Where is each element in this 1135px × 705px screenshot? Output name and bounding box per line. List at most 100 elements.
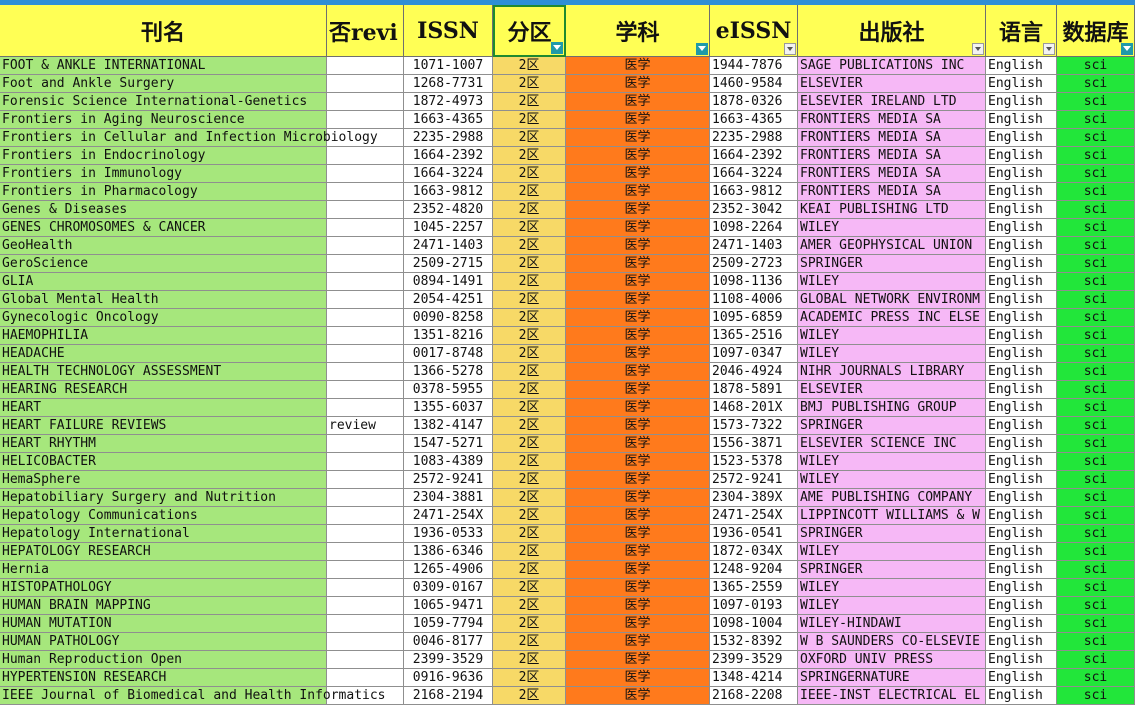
cell-publisher[interactable]: BMJ PUBLISHING GROUP <box>798 399 986 417</box>
cell-issn[interactable]: 1351-8216 <box>404 327 493 345</box>
cell-subject[interactable]: 医学 <box>566 327 710 345</box>
cell-eissn[interactable]: 1097-0347 <box>710 345 798 363</box>
cell-subject[interactable]: 医学 <box>566 453 710 471</box>
cell-issn[interactable]: 1355-6037 <box>404 399 493 417</box>
cell-publisher[interactable]: W B SAUNDERS CO-ELSEVIE <box>798 633 986 651</box>
header-publisher[interactable]: 出版社 <box>798 5 986 57</box>
cell-review[interactable] <box>327 651 404 669</box>
cell-publisher[interactable]: KEAI PUBLISHING LTD <box>798 201 986 219</box>
cell-language[interactable]: English <box>986 345 1057 363</box>
cell-eissn[interactable]: 1664-2392 <box>710 147 798 165</box>
cell-issn[interactable]: 1382-4147 <box>404 417 493 435</box>
cell-language[interactable]: English <box>986 147 1057 165</box>
dropdown-arrow-icon[interactable] <box>972 43 984 55</box>
cell-publisher[interactable]: SPRINGER <box>798 525 986 543</box>
cell-zone[interactable]: 2区 <box>493 147 566 165</box>
cell-publisher[interactable]: ELSEVIER IRELAND LTD <box>798 93 986 111</box>
cell-publisher[interactable]: OXFORD UNIV PRESS <box>798 651 986 669</box>
cell-database[interactable]: sci <box>1057 291 1135 309</box>
cell-subject[interactable]: 医学 <box>566 471 710 489</box>
cell-journal-name[interactable]: Frontiers in Pharmacology <box>0 183 327 201</box>
cell-issn[interactable]: 1083-4389 <box>404 453 493 471</box>
cell-publisher[interactable]: SPRINGER <box>798 417 986 435</box>
filter-active-icon[interactable] <box>1121 43 1133 55</box>
cell-journal-name[interactable]: HAEMOPHILIA <box>0 327 327 345</box>
cell-language[interactable]: English <box>986 597 1057 615</box>
cell-database[interactable]: sci <box>1057 111 1135 129</box>
cell-language[interactable]: English <box>986 165 1057 183</box>
cell-zone[interactable]: 2区 <box>493 543 566 561</box>
cell-database[interactable]: sci <box>1057 165 1135 183</box>
cell-zone[interactable]: 2区 <box>493 669 566 687</box>
cell-subject[interactable]: 医学 <box>566 579 710 597</box>
cell-language[interactable]: English <box>986 381 1057 399</box>
cell-subject[interactable]: 医学 <box>566 129 710 147</box>
cell-zone[interactable]: 2区 <box>493 453 566 471</box>
cell-issn[interactable]: 0309-0167 <box>404 579 493 597</box>
cell-journal-name[interactable]: GeroScience <box>0 255 327 273</box>
cell-eissn[interactable]: 2509-2723 <box>710 255 798 273</box>
cell-language[interactable]: English <box>986 489 1057 507</box>
cell-journal-name[interactable]: HEPATOLOGY RESEARCH <box>0 543 327 561</box>
cell-review[interactable] <box>327 345 404 363</box>
cell-zone[interactable]: 2区 <box>493 615 566 633</box>
cell-eissn[interactable]: 1936-0541 <box>710 525 798 543</box>
cell-zone[interactable]: 2区 <box>493 75 566 93</box>
cell-database[interactable]: sci <box>1057 453 1135 471</box>
cell-subject[interactable]: 医学 <box>566 111 710 129</box>
cell-language[interactable]: English <box>986 471 1057 489</box>
cell-review[interactable] <box>327 399 404 417</box>
cell-language[interactable]: English <box>986 435 1057 453</box>
cell-zone[interactable]: 2区 <box>493 651 566 669</box>
cell-database[interactable]: sci <box>1057 615 1135 633</box>
cell-zone[interactable]: 2区 <box>493 399 566 417</box>
cell-publisher[interactable]: NIHR JOURNALS LIBRARY <box>798 363 986 381</box>
cell-database[interactable]: sci <box>1057 183 1135 201</box>
cell-review[interactable] <box>327 597 404 615</box>
cell-database[interactable]: sci <box>1057 93 1135 111</box>
cell-language[interactable]: English <box>986 507 1057 525</box>
cell-publisher[interactable]: ELSEVIER <box>798 381 986 399</box>
cell-zone[interactable]: 2区 <box>493 165 566 183</box>
cell-publisher[interactable]: WILEY <box>798 219 986 237</box>
cell-language[interactable]: English <box>986 363 1057 381</box>
cell-publisher[interactable]: WILEY <box>798 579 986 597</box>
cell-review[interactable] <box>327 489 404 507</box>
cell-journal-name[interactable]: GeoHealth <box>0 237 327 255</box>
cell-issn[interactable]: 1065-9471 <box>404 597 493 615</box>
cell-database[interactable]: sci <box>1057 435 1135 453</box>
cell-publisher[interactable]: FRONTIERS MEDIA SA <box>798 111 986 129</box>
cell-issn[interactable]: 2235-2988 <box>404 129 493 147</box>
cell-eissn[interactable]: 1097-0193 <box>710 597 798 615</box>
cell-journal-name[interactable]: HemaSphere <box>0 471 327 489</box>
header-review[interactable]: 否revi <box>327 5 404 57</box>
cell-language[interactable]: English <box>986 615 1057 633</box>
cell-zone[interactable]: 2区 <box>493 597 566 615</box>
cell-zone[interactable]: 2区 <box>493 363 566 381</box>
cell-issn[interactable]: 1872-4973 <box>404 93 493 111</box>
cell-zone[interactable]: 2区 <box>493 381 566 399</box>
cell-eissn[interactable]: 2304-389X <box>710 489 798 507</box>
cell-issn[interactable]: 0017-8748 <box>404 345 493 363</box>
cell-review[interactable] <box>327 669 404 687</box>
cell-zone[interactable]: 2区 <box>493 201 566 219</box>
cell-review[interactable] <box>327 381 404 399</box>
cell-eissn[interactable]: 1573-7322 <box>710 417 798 435</box>
cell-journal-name[interactable]: Foot and Ankle Surgery <box>0 75 327 93</box>
cell-subject[interactable]: 医学 <box>566 543 710 561</box>
cell-language[interactable]: English <box>986 219 1057 237</box>
cell-zone[interactable]: 2区 <box>493 489 566 507</box>
cell-zone[interactable]: 2区 <box>493 435 566 453</box>
cell-zone[interactable]: 2区 <box>493 273 566 291</box>
cell-subject[interactable]: 医学 <box>566 507 710 525</box>
cell-review[interactable] <box>327 543 404 561</box>
cell-issn[interactable]: 2471-254X <box>404 507 493 525</box>
cell-language[interactable]: English <box>986 111 1057 129</box>
cell-zone[interactable]: 2区 <box>493 633 566 651</box>
header-subject[interactable]: 学科 <box>566 5 710 57</box>
cell-subject[interactable]: 医学 <box>566 435 710 453</box>
cell-subject[interactable]: 医学 <box>566 525 710 543</box>
cell-subject[interactable]: 医学 <box>566 651 710 669</box>
cell-database[interactable]: sci <box>1057 471 1135 489</box>
cell-eissn[interactable]: 1663-4365 <box>710 111 798 129</box>
